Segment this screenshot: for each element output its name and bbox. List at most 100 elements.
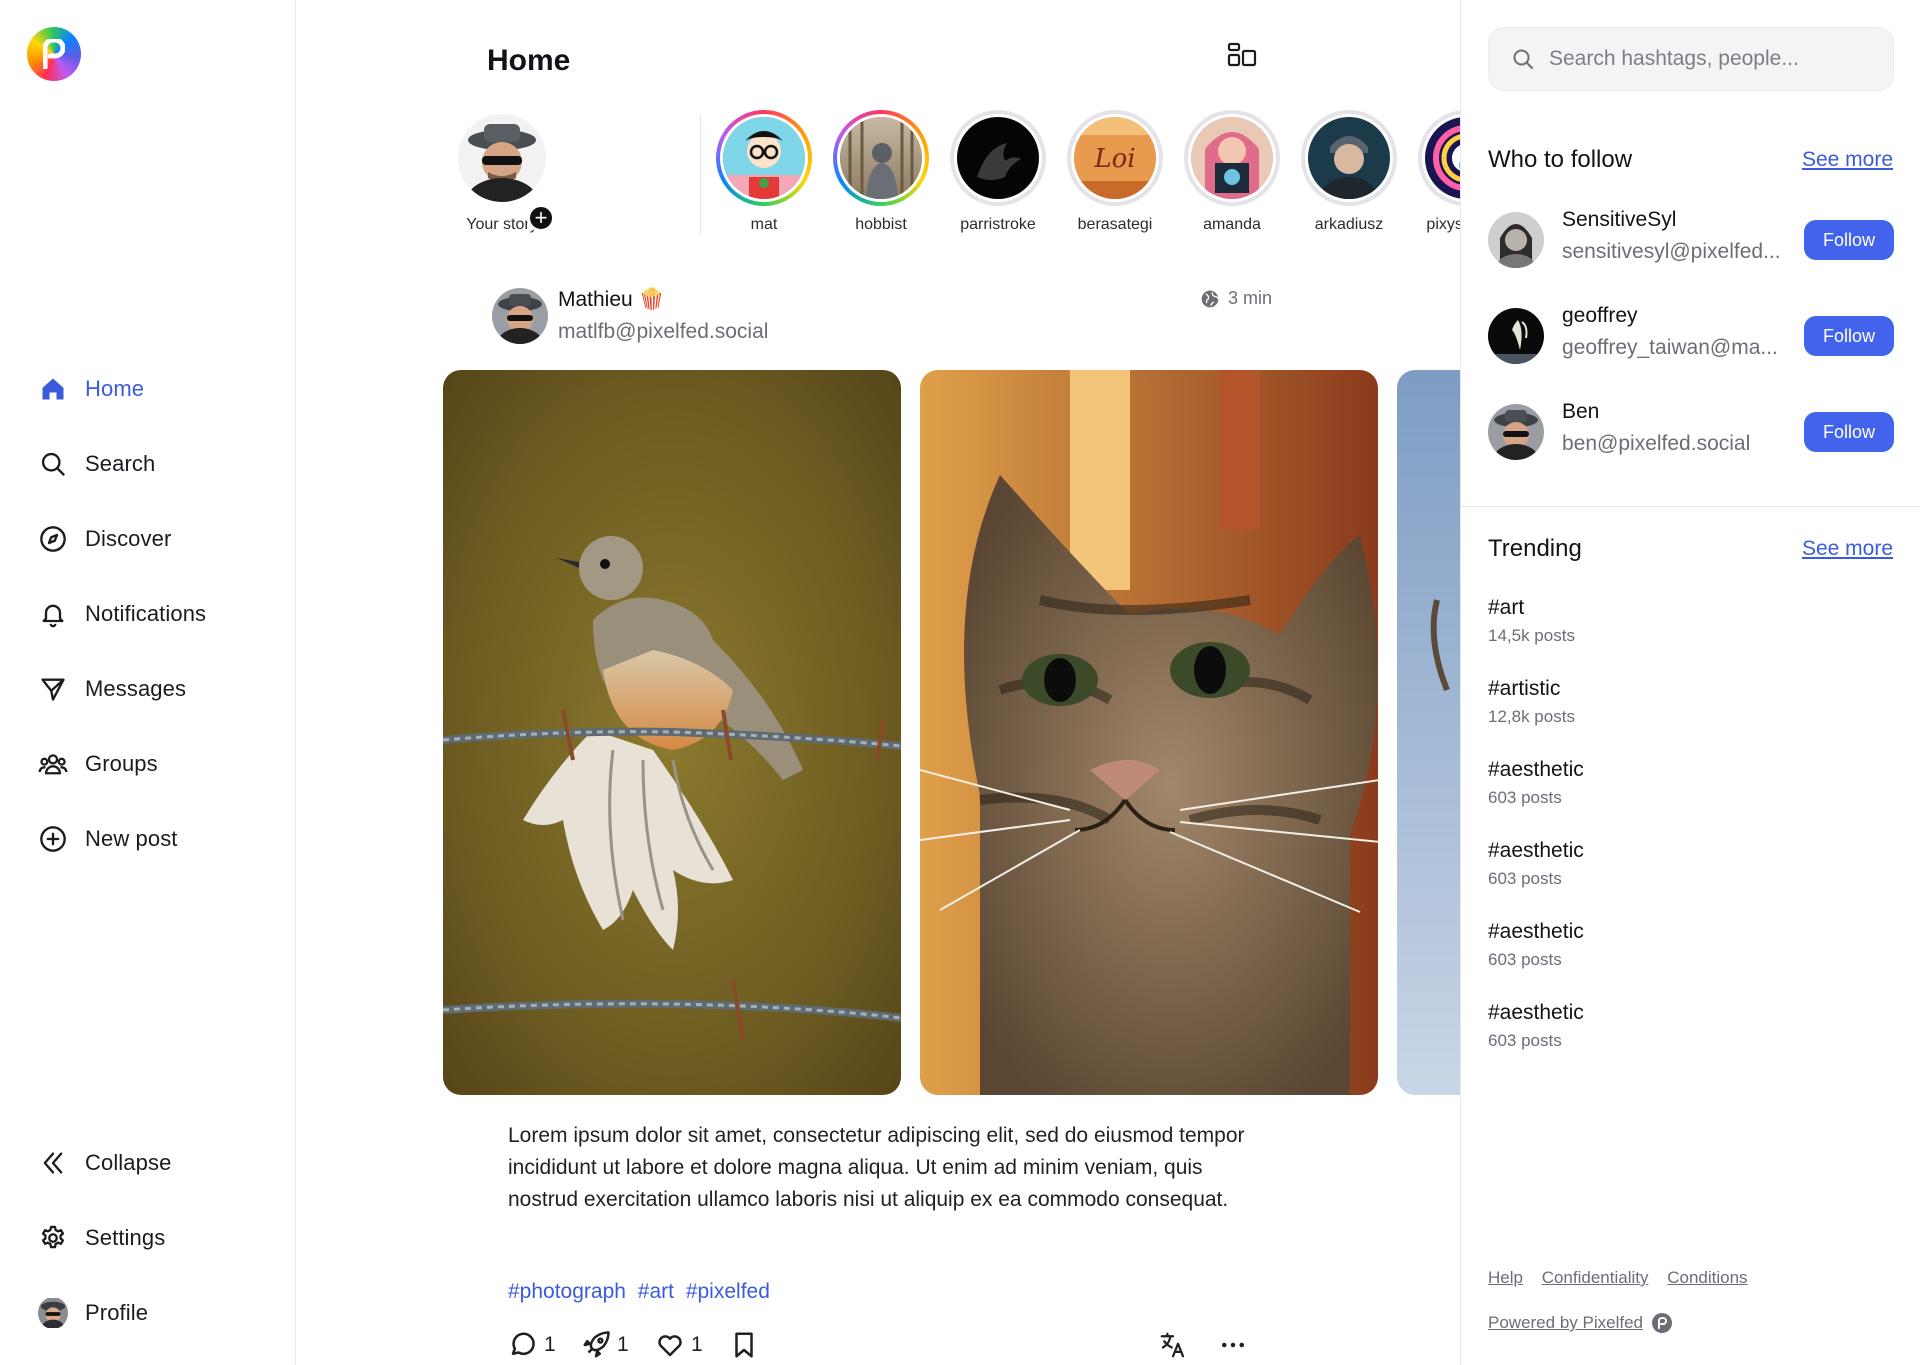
trending-item[interactable]: #aesthetic 603 posts [1488, 839, 1788, 889]
pixelfed-logo[interactable] [27, 27, 81, 81]
comment-count: 1 [544, 1333, 556, 1356]
story-item[interactable]: mat [709, 110, 819, 234]
powered-by: Powered by Pixelfed [1488, 1312, 1673, 1334]
post-caption: Lorem ipsum dolor sit amet, consectetur … [508, 1124, 1245, 1211]
search-box[interactable] [1488, 27, 1894, 91]
story-avatar: Loi [1071, 114, 1159, 202]
conditions-link[interactable]: Conditions [1667, 1268, 1747, 1287]
story-avatar [720, 114, 808, 202]
gear-icon [38, 1223, 68, 1253]
trending-item[interactable]: #aesthetic 603 posts [1488, 758, 1788, 808]
trending-tag: #aesthetic [1488, 839, 1584, 862]
post-photo-sky[interactable] [1397, 370, 1460, 1095]
suggestion-handle: geoffrey_taiwan@ma... [1562, 336, 1778, 359]
suggestion-name[interactable]: Ben [1562, 400, 1599, 424]
follow-button[interactable]: Follow [1804, 412, 1894, 452]
story-name: parristroke [960, 216, 1036, 233]
follow-button[interactable]: Follow [1804, 220, 1894, 260]
follow-button[interactable]: Follow [1804, 316, 1894, 356]
trending-tag: #aesthetic [1488, 758, 1584, 781]
powered-by-link[interactable]: Powered by Pixelfed [1488, 1313, 1643, 1333]
story-name: pixyssnaps [1426, 216, 1460, 233]
story-item[interactable]: hobbist [826, 110, 936, 234]
post-photo-bird[interactable] [443, 370, 901, 1095]
like-button[interactable]: 1 [655, 1330, 703, 1360]
trending-tag: #art [1488, 596, 1525, 619]
page-title: Home [487, 44, 571, 77]
suggestion-avatar[interactable] [1488, 308, 1544, 364]
see-more-follow-link[interactable]: See more [1802, 148, 1893, 172]
suggestion-name[interactable]: SensitiveSyl [1562, 208, 1676, 232]
bookmark-button[interactable] [729, 1330, 759, 1360]
post-author-avatar[interactable] [492, 288, 548, 344]
nav-collapse[interactable]: Collapse [38, 1143, 171, 1183]
nav-home[interactable]: Home [38, 369, 144, 409]
nav-label: Collapse [85, 1150, 172, 1175]
hashtag-link[interactable]: #art [638, 1280, 674, 1303]
story-avatar [1422, 114, 1460, 202]
confidentiality-link[interactable]: Confidentiality [1542, 1268, 1649, 1287]
story-avatar [1188, 114, 1276, 202]
nav-messages[interactable]: Messages [38, 669, 186, 709]
post-timestamp: 3 min [1200, 288, 1272, 309]
post-header: Mathieu 🍿 matlfb@pixelfed.social 3 min [492, 288, 1272, 348]
nav-label: Home [85, 376, 145, 401]
trending-count: 603 posts [1488, 788, 1562, 807]
trending-item[interactable]: #aesthetic 603 posts [1488, 920, 1788, 970]
add-story-icon[interactable]: + [527, 204, 555, 232]
story-item[interactable]: Loi berasategi [1060, 110, 1170, 234]
see-more-trending-link[interactable]: See more [1802, 537, 1893, 561]
story-avatar [1305, 114, 1393, 202]
trending-item[interactable]: #aesthetic 603 posts [1488, 1001, 1788, 1051]
story-item[interactable]: parristroke [943, 110, 1053, 234]
nav-notifications[interactable]: Notifications [38, 594, 206, 634]
story-avatar: + [454, 110, 555, 232]
nav-label: Discover [85, 526, 172, 551]
nav-label: Search [85, 451, 156, 476]
pixelfed-mini-logo-icon [1651, 1313, 1672, 1333]
nav-label: Profile [85, 1300, 149, 1325]
help-link[interactable]: Help [1488, 1268, 1523, 1287]
comment-button[interactable]: 1 [508, 1330, 556, 1360]
layout-toggle-icon[interactable] [1227, 42, 1257, 68]
nav-search[interactable]: Search [38, 444, 155, 484]
post-author-handle[interactable]: matlfb@pixelfed.social [558, 320, 768, 344]
compass-icon [38, 524, 68, 554]
nav-settings[interactable]: Settings [38, 1218, 165, 1258]
trending-item[interactable]: #artistic 12,8k posts [1488, 677, 1788, 727]
suggestion-name[interactable]: geoffrey [1562, 304, 1638, 328]
nav-discover[interactable]: Discover [38, 519, 171, 559]
suggestion-avatar[interactable] [1488, 212, 1544, 268]
home-icon [38, 374, 68, 404]
follow-suggestion: Ben ben@pixelfed.social Follow [1488, 400, 1894, 466]
story-item[interactable]: pixyssnaps [1411, 110, 1460, 234]
trending-count: 603 posts [1488, 1031, 1562, 1050]
story-your[interactable]: + Your story [447, 110, 557, 234]
post-author-name[interactable]: Mathieu 🍿 [558, 288, 665, 312]
boost-button[interactable]: 1 [581, 1330, 629, 1360]
hashtag-link[interactable]: #pixelfed [686, 1280, 770, 1303]
story-item[interactable]: arkadiusz [1294, 110, 1404, 234]
suggestion-avatar[interactable] [1488, 404, 1544, 460]
translate-icon [1160, 1332, 1185, 1358]
post-media-carousel[interactable] [443, 370, 1460, 1095]
story-item[interactable]: amanda [1177, 110, 1287, 234]
nav-new-post[interactable]: New post [38, 819, 178, 859]
svg-text:Loi: Loi [1093, 144, 1135, 174]
nav-groups[interactable]: Groups [38, 744, 158, 784]
right-panel: Who to follow See more SensitiveSyl sens… [1460, 0, 1920, 1365]
story-name: berasategi [1077, 216, 1153, 233]
suggestion-handle: sensitivesyl@pixelfed... [1562, 240, 1781, 263]
post-photo-cat[interactable] [920, 370, 1378, 1095]
nav-profile[interactable]: Profile [38, 1293, 148, 1333]
hashtag-link[interactable]: #photograph [508, 1280, 626, 1303]
more-options-button[interactable] [1218, 1330, 1248, 1360]
search-icon [38, 449, 68, 479]
who-to-follow-title: Who to follow [1488, 146, 1633, 173]
search-input[interactable] [1549, 47, 1869, 71]
panel-divider [1461, 506, 1920, 507]
trending-item[interactable]: #art 14,5k posts [1488, 596, 1788, 646]
translate-button[interactable] [1158, 1330, 1188, 1360]
nav-label: Settings [85, 1225, 166, 1250]
post-hashtags: #photograph #art #pixelfed [508, 1280, 776, 1304]
